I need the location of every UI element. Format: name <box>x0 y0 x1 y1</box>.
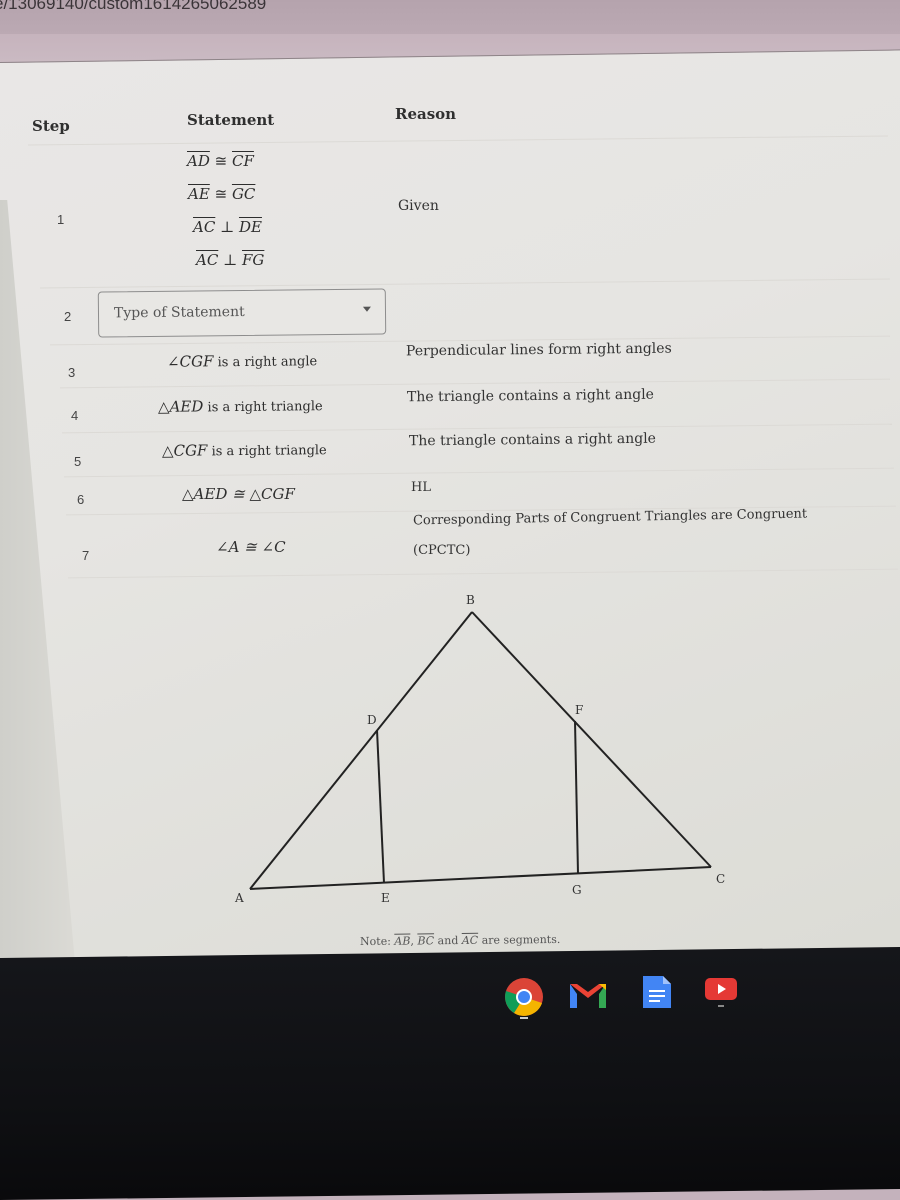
figure-note: Note: AB, BC and AC are segments. <box>359 932 561 949</box>
label-G: G <box>572 883 582 897</box>
label-C: C <box>716 872 725 886</box>
segment-BC <box>471 611 712 868</box>
label-A: A <box>234 891 244 905</box>
label-D: D <box>367 713 377 727</box>
segment-DE <box>376 729 385 884</box>
os-shelf <box>0 947 900 1200</box>
gmail-icon[interactable] <box>568 980 608 1016</box>
label-F: F <box>575 703 583 717</box>
segment-FG <box>574 720 579 875</box>
docs-icon[interactable] <box>641 974 673 1014</box>
label-B: B <box>466 593 475 607</box>
segment-AB <box>249 611 473 890</box>
label-E: E <box>381 891 390 905</box>
youtube-icon[interactable] <box>704 976 738 1014</box>
chrome-icon[interactable] <box>504 977 544 1025</box>
segment-AC <box>249 866 712 890</box>
triangle-figure: B D F A E G C <box>234 593 725 905</box>
